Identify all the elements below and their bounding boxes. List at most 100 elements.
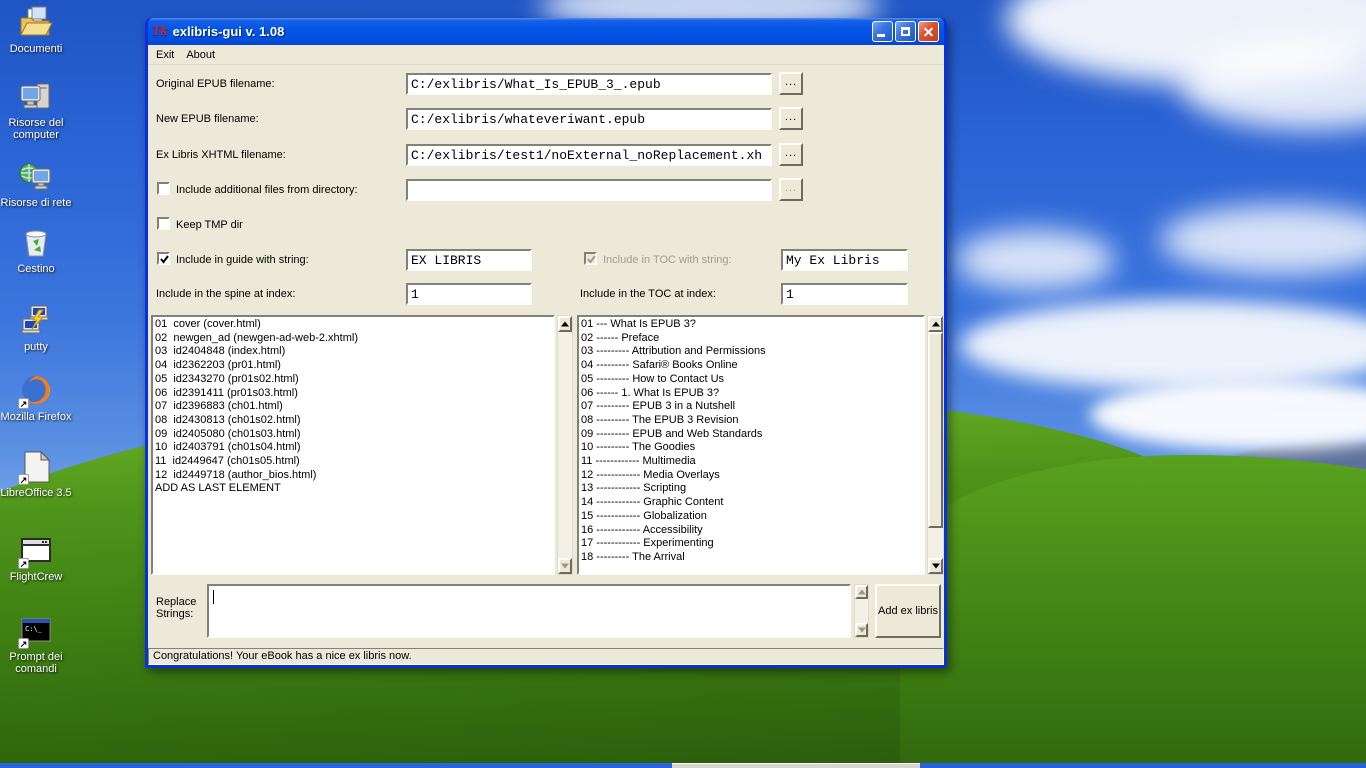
desktop-icon-risorse-di-rete[interactable]: Risorse di rete xyxy=(0,160,72,209)
original-epub-input[interactable] xyxy=(406,73,772,95)
list-item[interactable]: 03 id2404848 (index.html) xyxy=(155,345,553,359)
minimize-icon xyxy=(877,34,885,37)
toc-string-input[interactable] xyxy=(781,249,908,271)
menu-about[interactable]: About xyxy=(186,47,223,63)
browse-new-button[interactable]: ... xyxy=(779,107,803,130)
scroll-down-icon xyxy=(561,563,569,569)
shortcut-arrow-icon: ↗ xyxy=(18,474,29,485)
putty-icon xyxy=(19,304,53,338)
list-item[interactable]: 08 --------- The EPUB 3 Revision xyxy=(581,414,923,428)
list-item[interactable]: 15 ------------ Globalization xyxy=(581,510,923,524)
grass-hill xyxy=(900,455,1366,768)
list-item[interactable]: 01 --- What Is EPUB 3? xyxy=(581,318,923,332)
list-item[interactable]: 09 --------- EPUB and Web Standards xyxy=(581,428,923,442)
exlibris-gui-window: Tk exlibris-gui v. 1.08 Exit About Origi… xyxy=(145,18,947,668)
cloud xyxy=(1090,380,1366,450)
desktop-icon-putty[interactable]: putty xyxy=(0,304,72,353)
list-item[interactable]: 05 --------- How to Contact Us xyxy=(581,373,923,387)
spine-index-input[interactable] xyxy=(406,283,532,305)
browse-exlibris-button[interactable]: ... xyxy=(779,143,803,166)
scrollbar-thumb[interactable] xyxy=(928,332,943,528)
desktop-icon-label: Cestino xyxy=(17,263,55,275)
toc-index-input[interactable] xyxy=(781,283,908,305)
toc-listbox[interactable]: 01 --- What Is EPUB 3? 02 ------ Preface 0… xyxy=(577,315,925,575)
list-item[interactable]: ADD AS LAST ELEMENT xyxy=(155,482,553,496)
toc-scrollbar[interactable] xyxy=(927,315,944,575)
folder-documents-icon xyxy=(19,6,53,40)
list-item[interactable]: 10 id2403791 (ch01s04.html) xyxy=(155,441,553,455)
desktop-icon-label: Risorse del computer xyxy=(8,117,64,141)
desktop-icon-libreoffice[interactable]: ↗ LibreOffice 3.5 xyxy=(0,450,72,499)
spine-scrollbar[interactable] xyxy=(557,315,573,575)
taskbar-edge[interactable] xyxy=(0,763,1366,768)
list-item[interactable]: 11 ------------ Multimedia xyxy=(581,455,923,469)
spine-listbox[interactable]: 01 cover (cover.html) 02 newgen_ad (newge… xyxy=(151,315,555,575)
include-dir-input[interactable] xyxy=(406,179,772,201)
desktop-icon-risorse-del-computer[interactable]: Risorse del computer xyxy=(0,80,72,141)
scroll-up-button[interactable] xyxy=(928,316,943,332)
guide-checkbox[interactable] xyxy=(157,252,170,265)
list-item[interactable]: 06 id2391411 (pr01s03.html) xyxy=(155,387,553,401)
scroll-up-icon xyxy=(931,321,940,327)
window-titlebar[interactable]: Tk exlibris-gui v. 1.08 xyxy=(148,18,944,45)
scroll-up-button[interactable] xyxy=(558,316,572,332)
minimize-button[interactable] xyxy=(872,21,893,42)
list-item[interactable]: 03 --------- Attribution and Permissions xyxy=(581,345,923,359)
add-ex-libris-button[interactable]: Add ex libris xyxy=(875,584,941,638)
list-item[interactable]: 11 id2449647 (ch01s05.html) xyxy=(155,455,553,469)
toc-label: Include in TOC with string: xyxy=(603,254,732,266)
recycle-bin-icon xyxy=(19,226,53,260)
maximize-icon xyxy=(901,27,910,36)
toc-checkbox xyxy=(584,252,597,265)
list-item[interactable]: 12 ------------ Media Overlays xyxy=(581,469,923,483)
scroll-down-icon xyxy=(857,627,866,633)
list-item[interactable]: 17 ------------ Experimenting xyxy=(581,537,923,551)
my-computer-icon xyxy=(19,80,53,114)
replace-scrollbar[interactable] xyxy=(854,584,869,638)
list-item[interactable]: 13 ------------ Scripting xyxy=(581,482,923,496)
list-item[interactable]: 16 ------------ Accessibility xyxy=(581,524,923,538)
list-item[interactable]: 10 --------- The Goodies xyxy=(581,441,923,455)
maximize-button[interactable] xyxy=(895,21,916,42)
list-item[interactable]: 06 ------ 1. What Is EPUB 3? xyxy=(581,387,923,401)
status-bar: Congratulations! Your eBook has a nice e… xyxy=(148,648,944,665)
list-item[interactable]: 01 cover (cover.html) xyxy=(155,318,553,332)
replace-strings-textarea[interactable] xyxy=(207,584,851,638)
desktop-icon-prompt-comandi[interactable]: C:\_ ↗ Prompt dei comandi xyxy=(0,614,72,675)
scroll-down-button[interactable] xyxy=(928,558,943,574)
list-item[interactable]: 12 id2449718 (author_bios.html) xyxy=(155,469,553,483)
taskbar-button-edge[interactable] xyxy=(672,763,920,768)
scroll-down-button[interactable] xyxy=(558,558,572,574)
svg-text:C:\_: C:\_ xyxy=(25,625,43,633)
scroll-up-icon xyxy=(561,321,569,327)
keep-tmp-checkbox[interactable] xyxy=(157,217,170,230)
list-item[interactable]: 02 newgen_ad (newgen-ad-web-2.xhtml) xyxy=(155,332,553,346)
new-epub-input[interactable] xyxy=(406,108,772,130)
menu-exit[interactable]: Exit xyxy=(156,47,182,63)
scroll-up-button[interactable] xyxy=(855,585,868,599)
list-item[interactable]: 04 id2362203 (pr01.html) xyxy=(155,359,553,373)
list-item[interactable]: 14 ------------ Graphic Content xyxy=(581,496,923,510)
list-item[interactable]: 04 --------- Safari® Books Online xyxy=(581,359,923,373)
desktop-icon-documenti[interactable]: Documenti xyxy=(0,6,72,55)
exlibris-xhtml-input[interactable] xyxy=(406,144,772,166)
desktop-icon-firefox[interactable]: ↗ Mozilla Firefox xyxy=(0,374,72,423)
list-item[interactable]: 08 id2430813 (ch01s02.html) xyxy=(155,414,553,428)
close-button[interactable] xyxy=(918,21,939,42)
guide-string-input[interactable] xyxy=(406,249,532,271)
list-item[interactable]: 07 id2396883 (ch01.html) xyxy=(155,400,553,414)
exlibris-xhtml-label: Ex Libris XHTML filename: xyxy=(156,149,286,161)
desktop-icon-flightcrew[interactable]: ↗ FlightCrew xyxy=(0,534,72,583)
include-dir-checkbox[interactable] xyxy=(157,182,170,195)
list-item[interactable]: 18 --------- The Arrival xyxy=(581,551,923,565)
list-item[interactable]: 02 ------ Preface xyxy=(581,332,923,346)
list-item[interactable]: 07 --------- EPUB 3 in a Nutshell xyxy=(581,400,923,414)
shortcut-arrow-icon: ↗ xyxy=(18,398,29,409)
network-icon xyxy=(19,160,53,194)
browse-original-button[interactable]: ... xyxy=(779,72,803,95)
scroll-down-button[interactable] xyxy=(855,623,868,637)
desktop-icon-cestino[interactable]: Cestino xyxy=(0,226,72,275)
window-client-area: Exit About Original EPUB filename: ... N… xyxy=(148,45,944,665)
list-item[interactable]: 09 id2405080 (ch01s03.html) xyxy=(155,428,553,442)
list-item[interactable]: 05 id2343270 (pr01s02.html) xyxy=(155,373,553,387)
